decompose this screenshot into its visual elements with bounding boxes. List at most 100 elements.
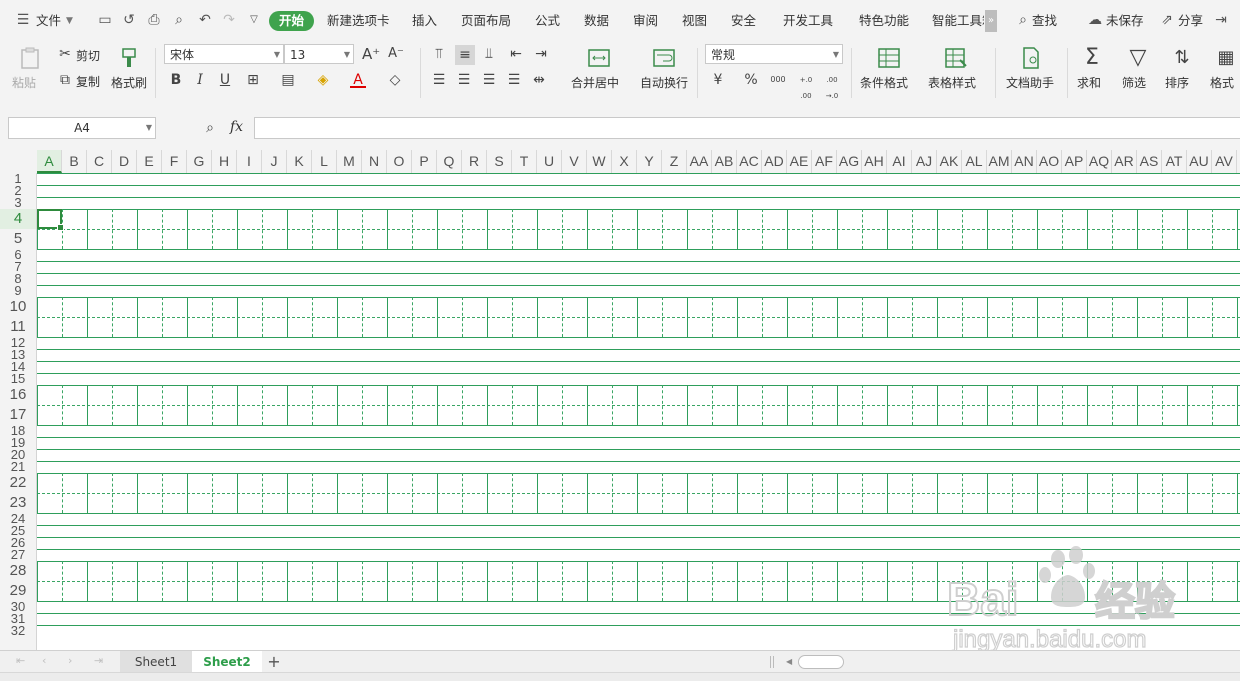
number-format-select[interactable]: 常规 ▼ bbox=[705, 44, 843, 64]
tab-new-tab[interactable]: 新建选项卡 bbox=[327, 10, 390, 32]
thousands-button[interactable]: 000 bbox=[770, 72, 786, 88]
font-name-select[interactable]: 宋体 ▼ bbox=[164, 44, 284, 64]
selected-cell[interactable] bbox=[37, 209, 64, 231]
cut-button[interactable]: 剪切 bbox=[76, 47, 100, 64]
row-header[interactable]: 17 bbox=[0, 405, 36, 425]
sheet-tab-sheet2[interactable]: Sheet2 bbox=[192, 651, 262, 673]
cell-area[interactable] bbox=[37, 173, 1240, 650]
sort-button[interactable]: 排序 bbox=[1165, 74, 1189, 91]
column-header[interactable]: N bbox=[362, 150, 387, 173]
column-header[interactable]: Y bbox=[637, 150, 662, 173]
row-header[interactable]: 32 bbox=[0, 625, 36, 637]
row-header[interactable]: 28 bbox=[0, 561, 36, 581]
font-color-icon[interactable]: A bbox=[350, 72, 366, 88]
last-sheet-icon[interactable]: ⇥ bbox=[94, 654, 103, 667]
column-header[interactable]: D bbox=[112, 150, 137, 173]
row-header[interactable]: 3 bbox=[0, 197, 36, 209]
tab-formulas[interactable]: 公式 bbox=[535, 10, 560, 32]
column-header[interactable]: AQ bbox=[1087, 150, 1112, 173]
save-icon[interactable]: ▭ bbox=[96, 11, 114, 29]
splitter-handle[interactable] bbox=[770, 656, 774, 668]
file-menu-chevron-icon[interactable]: ▼ bbox=[66, 10, 73, 32]
column-header[interactable]: M bbox=[337, 150, 362, 173]
row-header[interactable]: 1 bbox=[0, 173, 36, 185]
column-header[interactable]: AE bbox=[787, 150, 812, 173]
print-preview-icon[interactable]: ⌕ bbox=[170, 11, 188, 29]
redo-icon[interactable]: ↷ bbox=[220, 11, 238, 29]
italic-button[interactable]: I bbox=[192, 72, 208, 88]
wrap-text-icon[interactable] bbox=[652, 46, 676, 70]
tab-smart-toolbox[interactable]: 智能工具箱 bbox=[932, 10, 984, 32]
column-header[interactable]: AN bbox=[1012, 150, 1037, 173]
next-sheet-icon[interactable]: › bbox=[68, 654, 72, 667]
fill-handle[interactable] bbox=[57, 224, 64, 231]
format-button[interactable]: 格式 bbox=[1210, 74, 1234, 91]
sum-icon[interactable]: Σ bbox=[1080, 46, 1104, 70]
conditional-format-icon[interactable] bbox=[877, 46, 901, 70]
clear-format-icon[interactable]: ◇ bbox=[387, 72, 403, 88]
column-header[interactable]: O bbox=[387, 150, 412, 173]
undo-history-icon[interactable]: ↺ bbox=[120, 11, 138, 29]
column-header[interactable]: AT bbox=[1162, 150, 1187, 173]
column-header[interactable]: AU bbox=[1187, 150, 1212, 173]
copy-icon[interactable]: ⧉ bbox=[57, 72, 73, 88]
column-header[interactable]: AR bbox=[1112, 150, 1137, 173]
column-header[interactable]: X bbox=[612, 150, 637, 173]
search-button[interactable]: 查找 bbox=[1032, 10, 1057, 32]
column-header[interactable]: AP bbox=[1062, 150, 1087, 173]
row-header[interactable]: 16 bbox=[0, 385, 36, 405]
row-header[interactable]: 29 bbox=[0, 581, 36, 601]
zoom-search-icon[interactable]: ⌕ bbox=[202, 120, 218, 136]
file-menu[interactable]: 文件 bbox=[36, 10, 61, 32]
column-header[interactable]: E bbox=[137, 150, 162, 173]
column-header[interactable]: AO bbox=[1037, 150, 1062, 173]
row-header[interactable]: 12 bbox=[0, 337, 36, 349]
column-header[interactable]: G bbox=[187, 150, 212, 173]
tab-features[interactable]: 特色功能 bbox=[859, 10, 909, 32]
percent-button[interactable]: % bbox=[743, 72, 759, 88]
row-header[interactable]: 31 bbox=[0, 613, 36, 625]
column-header[interactable]: J bbox=[262, 150, 287, 173]
name-box[interactable]: A4 ▼ bbox=[8, 117, 156, 139]
prev-sheet-icon[interactable]: ‹ bbox=[42, 654, 46, 667]
column-header[interactable]: AV bbox=[1212, 150, 1237, 173]
border-icon[interactable]: ⊞ bbox=[245, 72, 261, 88]
column-header[interactable]: B bbox=[62, 150, 87, 173]
column-header[interactable]: W bbox=[587, 150, 612, 173]
row-header[interactable]: 21 bbox=[0, 461, 36, 473]
share-button[interactable]: 分享 bbox=[1178, 10, 1203, 32]
column-header[interactable]: AM bbox=[987, 150, 1012, 173]
filter-button[interactable]: 筛选 bbox=[1122, 74, 1146, 91]
row-header[interactable]: 24 bbox=[0, 513, 36, 525]
tab-view[interactable]: 视图 bbox=[682, 10, 707, 32]
row-header[interactable]: 13 bbox=[0, 349, 36, 361]
add-sheet-button[interactable]: + bbox=[264, 651, 284, 673]
cell-style-icon[interactable]: ▤ bbox=[280, 72, 296, 88]
column-header[interactable]: AS bbox=[1137, 150, 1162, 173]
column-header[interactable]: H bbox=[212, 150, 237, 173]
align-middle-icon[interactable]: ≡ bbox=[455, 45, 475, 65]
row-header[interactable]: 18 bbox=[0, 425, 36, 437]
column-header[interactable]: Q bbox=[437, 150, 462, 173]
cut-icon[interactable]: ✂ bbox=[57, 46, 73, 62]
column-header[interactable]: AH bbox=[862, 150, 887, 173]
column-header[interactable]: C bbox=[87, 150, 112, 173]
indent-icon[interactable]: ⇥ bbox=[533, 46, 549, 62]
column-header[interactable]: L bbox=[312, 150, 337, 173]
tab-security[interactable]: 安全 bbox=[731, 10, 756, 32]
row-header[interactable]: 27 bbox=[0, 549, 36, 561]
column-header[interactable]: Z bbox=[662, 150, 687, 173]
doc-assistant-button[interactable]: 文档助手 bbox=[1006, 74, 1054, 91]
doc-assistant-icon[interactable] bbox=[1019, 46, 1043, 70]
customize-toolbar-icon[interactable]: ▽ bbox=[245, 11, 263, 29]
conditional-format-button[interactable]: 条件格式 bbox=[860, 74, 908, 91]
column-header[interactable]: AA bbox=[687, 150, 712, 173]
first-sheet-icon[interactable]: ⇤ bbox=[16, 654, 25, 667]
row-header[interactable]: 14 bbox=[0, 361, 36, 373]
column-header[interactable]: K bbox=[287, 150, 312, 173]
column-header[interactable]: A bbox=[37, 150, 62, 173]
decrease-decimal-button[interactable]: .00 →.0 bbox=[822, 72, 842, 100]
row-header[interactable]: 30 bbox=[0, 601, 36, 613]
column-header[interactable]: P bbox=[412, 150, 437, 173]
row-header[interactable]: 10 bbox=[0, 297, 36, 317]
